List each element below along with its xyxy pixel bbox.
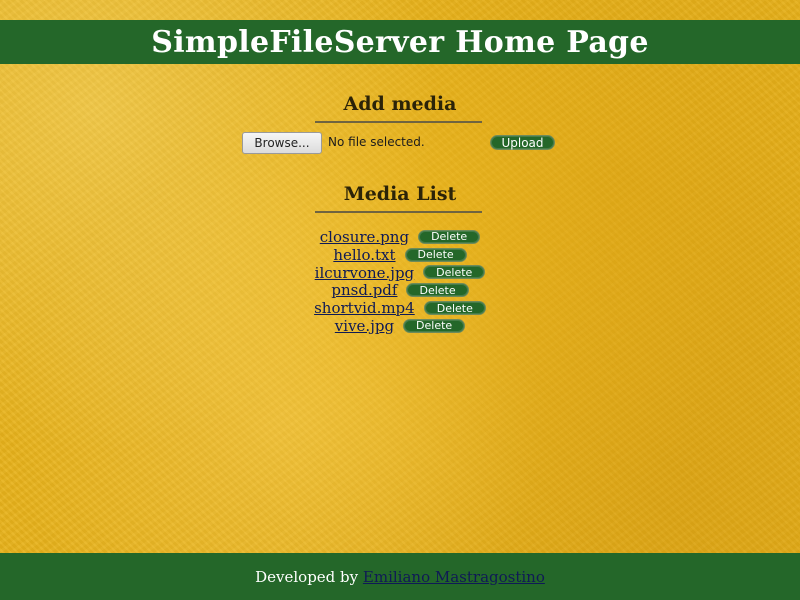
media-link[interactable]: shortvid.mp4 (314, 299, 415, 317)
page-title: SimpleFileServer Home Page (151, 24, 649, 60)
list-item: hello.txt Delete (0, 246, 800, 264)
upload-button[interactable]: Upload (490, 135, 555, 150)
media-link[interactable]: vive.jpg (335, 317, 394, 335)
delete-button[interactable]: Delete (423, 265, 486, 280)
file-status: No file selected. (328, 135, 425, 149)
media-list-divider (315, 211, 482, 213)
author-link[interactable]: Emiliano Mastragostino (363, 568, 545, 586)
media-link[interactable]: hello.txt (333, 246, 395, 264)
delete-button[interactable]: Delete (403, 318, 466, 333)
page-header: SimpleFileServer Home Page (0, 20, 800, 64)
list-item: ilcurvone.jpg Delete (0, 264, 800, 282)
media-link[interactable]: ilcurvone.jpg (315, 264, 415, 282)
list-item: pnsd.pdf Delete (0, 281, 800, 299)
browse-button[interactable]: Browse... (242, 132, 322, 154)
add-media-heading: Add media (343, 93, 457, 115)
list-item: closure.png Delete (0, 228, 800, 246)
delete-button[interactable]: Delete (404, 247, 467, 262)
footer-text: Developed by (255, 567, 359, 586)
list-item: shortvid.mp4 Delete (0, 299, 800, 317)
page-footer: Developed by Emiliano Mastragostino (0, 553, 800, 600)
media-link[interactable]: pnsd.pdf (331, 281, 397, 299)
media-link[interactable]: closure.png (320, 228, 409, 246)
delete-button[interactable]: Delete (406, 283, 469, 298)
upload-form: Browse... No file selected. Upload (242, 132, 562, 154)
media-list-heading: Media List (343, 183, 457, 205)
delete-button[interactable]: Delete (418, 229, 481, 244)
add-media-divider (315, 121, 482, 123)
list-item: vive.jpg Delete (0, 317, 800, 335)
media-list: closure.png Delete hello.txt Delete ilcu… (0, 228, 800, 335)
delete-button[interactable]: Delete (423, 301, 486, 316)
